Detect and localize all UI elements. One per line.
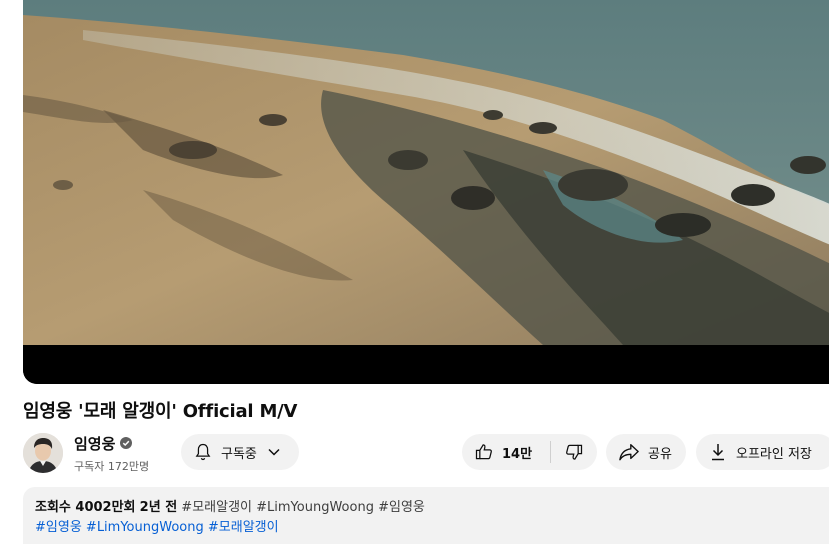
- subscriber-count: 구독자 172만명: [74, 459, 150, 473]
- like-button[interactable]: 14만: [462, 434, 550, 470]
- download-icon: [712, 444, 724, 461]
- hashtag-link[interactable]: #모래알갱이: [208, 520, 279, 535]
- download-label: 오프라인 저장: [736, 446, 812, 462]
- share-arrow-icon: [619, 444, 639, 461]
- description-hashtag-line: #임영웅 #LimYoungWoong #모래알갱이: [35, 518, 829, 538]
- subscribed-button[interactable]: 구독중: [181, 434, 299, 470]
- view-count: 조회수 4002만회: [35, 500, 136, 515]
- upload-age: 2년 전: [139, 500, 178, 515]
- channel-name[interactable]: 임영웅: [74, 433, 115, 454]
- subscribed-label: 구독중: [221, 446, 257, 462]
- description-meta-line: 조회수 4002만회 2년 전 #모래알갱이 #LimYoungWoong #임…: [35, 498, 829, 518]
- download-button[interactable]: 오프라인 저장: [696, 434, 829, 470]
- share-button[interactable]: 공유: [606, 434, 686, 470]
- dislike-button[interactable]: [551, 434, 597, 470]
- meta-tag[interactable]: #모래알갱이: [181, 500, 252, 515]
- video-frame-beach: [23, 0, 829, 384]
- like-count: 14만: [502, 446, 533, 462]
- avatar-portrait-icon: [23, 433, 63, 473]
- meta-tag[interactable]: #임영웅: [378, 500, 425, 515]
- thumbs-up-icon: [475, 444, 492, 460]
- hashtag-link[interactable]: #임영웅: [35, 520, 82, 535]
- video-player[interactable]: [23, 0, 829, 384]
- chevron-down-icon: [268, 448, 280, 456]
- description-box[interactable]: 조회수 4002만회 2년 전 #모래알갱이 #LimYoungWoong #임…: [23, 487, 829, 544]
- video-title: 임영웅 '모래 알갱이' Official M/V: [23, 401, 298, 422]
- thumbs-down-icon: [566, 444, 583, 460]
- channel-avatar[interactable]: [23, 433, 63, 473]
- share-label: 공유: [648, 446, 672, 462]
- channel-owner: 임영웅 구독자 172만명: [23, 432, 149, 474]
- meta-tag[interactable]: #LimYoungWoong: [256, 500, 374, 515]
- verified-badge-icon: [120, 437, 133, 449]
- bell-icon: [195, 443, 211, 461]
- hashtag-link[interactable]: #LimYoungWoong: [86, 520, 204, 535]
- like-dislike-group: 14만: [462, 434, 597, 470]
